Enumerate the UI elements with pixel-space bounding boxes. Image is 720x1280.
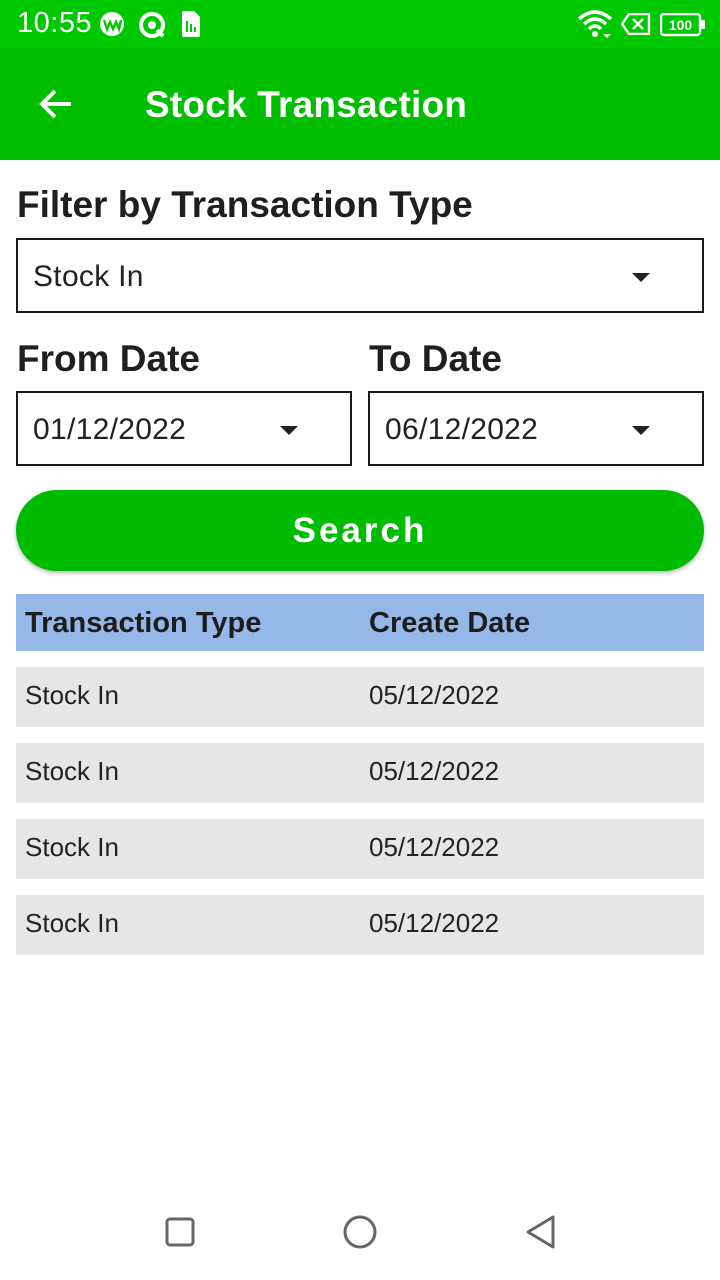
status-time: 10:55 [17,7,93,39]
arrow-left-icon [38,86,74,127]
home-circle-icon[interactable] [340,1212,380,1252]
from-date-label: From Date [17,338,200,379]
caret-down-icon [280,426,298,435]
search-button[interactable]: Search [16,490,704,571]
caret-down-icon [632,426,650,435]
transaction-type-dropdown[interactable]: Stock In [16,238,704,313]
cell-transaction-type: Stock In [25,756,119,786]
table-row[interactable]: Stock In 05/12/2022 [16,895,704,955]
wifi-icon [577,9,613,44]
app-notification-icon [98,10,126,43]
cell-transaction-type: Stock In [25,832,119,862]
cell-create-date: 05/12/2022 [369,832,500,862]
battery-icon: 100 [659,12,706,42]
table-row[interactable]: Stock In 05/12/2022 [16,819,704,879]
cell-transaction-type: Stock In [25,908,119,938]
to-date-value: 06/12/2022 [385,413,539,446]
cell-create-date: 05/12/2022 [369,680,500,710]
transaction-type-value: Stock In [33,260,144,293]
navigation-bar [0,1184,720,1280]
page-title: Stock Transaction [145,84,468,125]
table-row[interactable]: Stock In 05/12/2022 [16,743,704,803]
back-triangle-icon[interactable] [520,1212,560,1252]
from-date-value: 01/12/2022 [33,413,187,446]
column-header-create-date: Create Date [369,607,531,639]
table-row[interactable]: Stock In 05/12/2022 [16,667,704,727]
cell-create-date: 05/12/2022 [369,908,500,938]
to-date-label: To Date [369,338,502,379]
filter-label: Filter by Transaction Type [17,184,473,225]
app-bar: Stock Transaction [0,48,720,160]
back-button[interactable] [28,78,84,134]
recents-square-icon[interactable] [160,1212,200,1252]
battery-level: 100 [669,17,693,33]
to-date-picker[interactable]: 06/12/2022 [368,391,704,466]
cell-transaction-type: Stock In [25,680,119,710]
column-header-transaction-type: Transaction Type [25,607,262,639]
caret-down-icon [632,273,650,282]
from-date-picker[interactable]: 01/12/2022 [16,391,352,466]
status-bar: 10:55 100 [0,0,720,48]
table-header: Transaction Type Create Date [16,594,704,651]
no-sim-icon [620,12,651,40]
cell-create-date: 05/12/2022 [369,756,500,786]
sync-icon [137,10,167,45]
sim-card-icon [180,10,202,43]
search-button-label: Search [292,510,428,550]
